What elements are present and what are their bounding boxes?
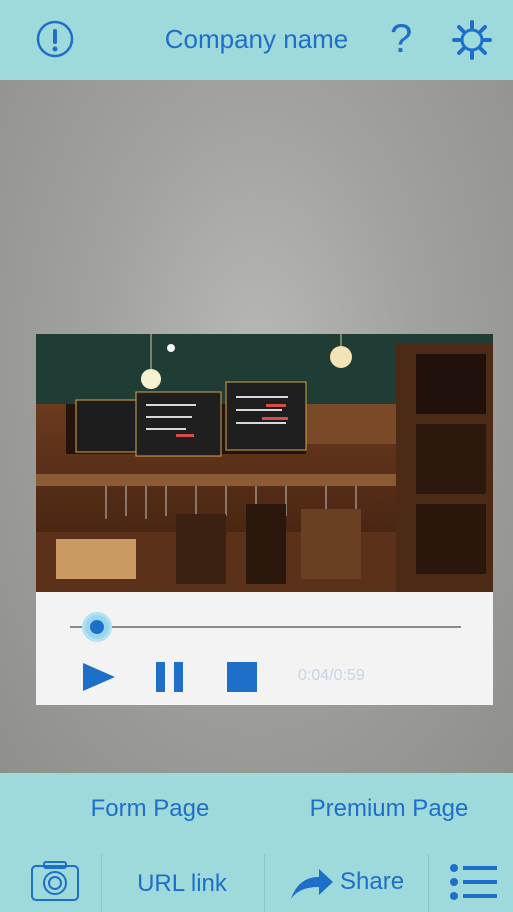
question-icon[interactable]: ?: [390, 16, 412, 62]
form-page-label: Form Page: [90, 795, 210, 822]
form-page-button[interactable]: Form Page: [36, 786, 264, 838]
video-frame[interactable]: [36, 334, 493, 592]
gear-icon[interactable]: [450, 18, 494, 62]
stop-icon[interactable]: [227, 662, 257, 692]
premium-page-label: Premium Page: [309, 795, 469, 822]
share-button[interactable]: Share: [267, 856, 423, 906]
menu-list-icon[interactable]: [449, 862, 499, 902]
url-link-label: URL link: [137, 870, 227, 897]
top-bar: Company name ?: [0, 0, 513, 81]
share-arrow-icon: [291, 869, 333, 899]
playback-time: 0:04/0:59: [298, 667, 365, 684]
url-link-button[interactable]: URL link: [103, 856, 261, 906]
footer-divider: [428, 854, 429, 912]
play-icon[interactable]: [83, 663, 115, 691]
share-label: Share: [340, 868, 405, 895]
footer-divider: [264, 854, 265, 912]
camera-icon[interactable]: [30, 856, 80, 906]
page-title: Company name: [164, 24, 349, 54]
pause-icon[interactable]: [156, 662, 184, 692]
seek-track[interactable]: [70, 626, 461, 628]
footer-divider: [101, 854, 102, 912]
premium-page-button[interactable]: Premium Page: [265, 786, 513, 838]
